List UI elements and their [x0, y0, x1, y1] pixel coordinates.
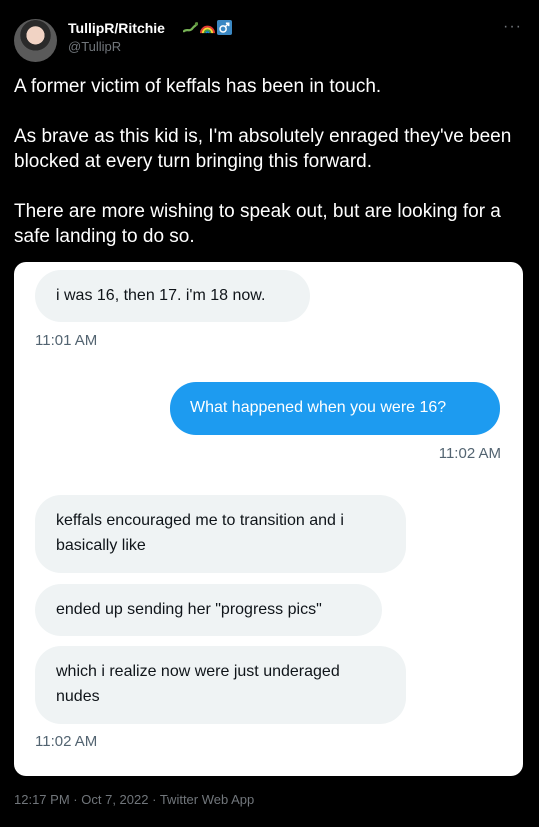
message-timestamp: 11:01 AM — [35, 332, 98, 349]
tweet-date[interactable]: Oct 7, 2022 — [81, 792, 148, 807]
tweet-metadata: 12:17 PM · Oct 7, 2022 · Twitter Web App — [14, 792, 254, 807]
message-timestamp: 11:02 AM — [438, 445, 501, 462]
received-message: i was 16, then 17. i'm 18 now. — [35, 270, 310, 322]
separator: · — [73, 792, 78, 807]
display-name[interactable]: TullipR/Ritchie — [68, 20, 165, 36]
name-badges — [183, 20, 232, 35]
sent-message: What happened when you were 16? — [170, 382, 500, 435]
avatar[interactable] — [14, 19, 57, 62]
tweet-paragraph: As brave as this kid is, I'm absolutely … — [14, 126, 512, 172]
rainbow-icon — [200, 25, 215, 34]
tweet-paragraph: A former victim of keffals has been in t… — [14, 76, 382, 97]
tweet-time[interactable]: 12:17 PM — [14, 792, 70, 807]
received-message: ended up sending her "progress pics" — [35, 584, 382, 636]
male-sign-icon — [217, 20, 232, 35]
handle[interactable]: @TullipR — [68, 39, 121, 54]
tweet-text: A former victim of keffals has been in t… — [14, 74, 519, 274]
tweet-paragraph: There are more wishing to speak out, but… — [14, 201, 501, 247]
tweet-source[interactable]: Twitter Web App — [160, 792, 254, 807]
more-options-icon[interactable]: ··· — [503, 18, 522, 36]
message-timestamp: 11:02 AM — [35, 733, 98, 750]
received-message: which i realize now were just underaged … — [35, 646, 406, 724]
lizard-icon — [183, 22, 198, 33]
tweet-header: TullipR/Ritchie @TullipR ··· — [14, 14, 525, 62]
received-message: keffals encouraged me to transition and … — [35, 495, 406, 573]
attached-image[interactable]: i was 16, then 17. i'm 18 now. 11:01 AM … — [14, 262, 523, 776]
separator: · — [152, 792, 157, 807]
